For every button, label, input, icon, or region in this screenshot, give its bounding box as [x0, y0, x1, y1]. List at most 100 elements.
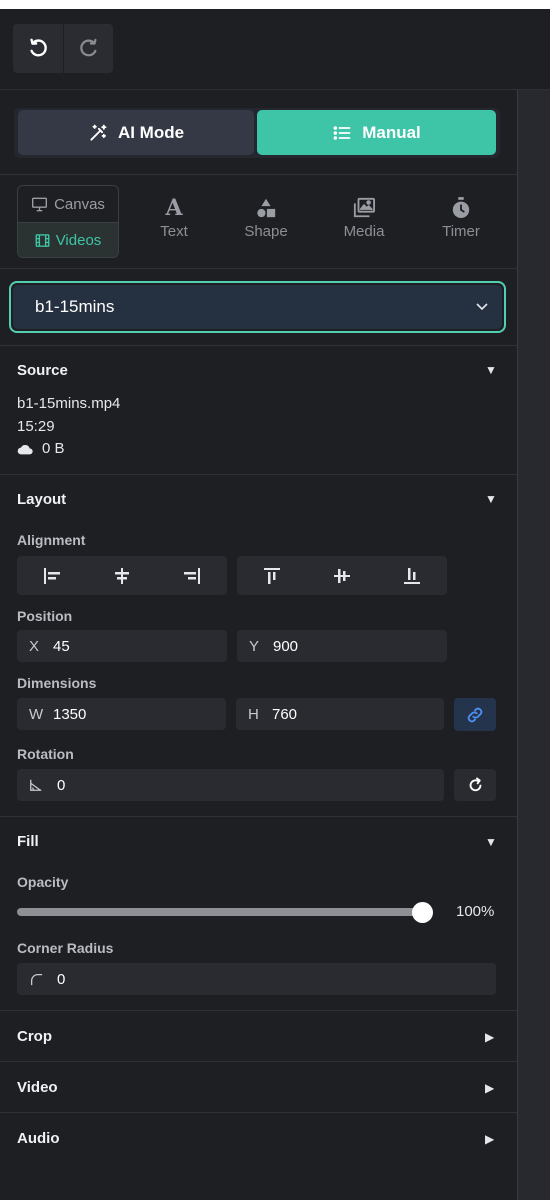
- expand-caret-icon[interactable]: ▶: [485, 1081, 494, 1095]
- y-value: 900: [273, 637, 299, 655]
- align-center-h-button[interactable]: [102, 566, 142, 586]
- align-center-horizontal-icon: [115, 567, 129, 584]
- canvas-videos-segment: Canvas Videos: [17, 185, 119, 258]
- tab-canvas[interactable]: Canvas: [18, 186, 118, 222]
- layout-section-header[interactable]: Layout: [17, 491, 66, 508]
- rotation-value: 0: [57, 776, 66, 794]
- shapes-icon: [257, 198, 276, 218]
- audio-section-header[interactable]: Audio: [17, 1130, 60, 1147]
- stopwatch-icon: [452, 197, 470, 218]
- align-bottom-icon: [404, 567, 420, 584]
- horizontal-alignment-group: [17, 556, 227, 595]
- height-field[interactable]: H 760: [236, 698, 444, 730]
- rotate-icon: [469, 776, 481, 791]
- divider: [0, 1112, 517, 1113]
- ai-mode-button[interactable]: AI Mode: [18, 110, 254, 155]
- tab-shape-label: Shape: [244, 223, 288, 240]
- expand-caret-icon[interactable]: ▶: [485, 1132, 494, 1146]
- width-field[interactable]: W 1350: [17, 698, 226, 730]
- position-label: Position: [17, 608, 73, 624]
- collapse-caret-icon[interactable]: ▼: [485, 363, 497, 377]
- position-x-field[interactable]: X 45: [17, 630, 227, 662]
- align-right-icon: [184, 567, 200, 584]
- film-icon: [35, 234, 50, 247]
- align-top-icon: [264, 567, 280, 584]
- window-top-edge: [0, 0, 550, 9]
- element-select-value: b1-15mins: [35, 297, 115, 316]
- ai-mode-label: AI Mode: [117, 122, 185, 142]
- tab-text-label: Text: [160, 223, 188, 240]
- expand-caret-icon[interactable]: ▶: [485, 1030, 494, 1044]
- corner-radius-value: 0: [57, 970, 66, 988]
- collapse-caret-icon[interactable]: ▼: [485, 492, 497, 506]
- reset-rotation-button[interactable]: [454, 769, 496, 801]
- tab-videos-label: Videos: [55, 232, 102, 249]
- properties-panel: AI Mode Manual Canvas Videos A Text Shap…: [0, 90, 517, 1200]
- images-icon: [353, 197, 375, 218]
- position-y-field[interactable]: Y 900: [237, 630, 447, 662]
- text-icon: A: [165, 195, 183, 221]
- tab-text[interactable]: A Text: [134, 197, 214, 240]
- manual-mode-button[interactable]: Manual: [257, 110, 496, 155]
- tab-timer[interactable]: Timer: [421, 197, 501, 240]
- opacity-label: Opacity: [17, 874, 69, 890]
- history-controls: [13, 24, 113, 73]
- alignment-label: Alignment: [17, 532, 86, 548]
- monitor-icon: [32, 197, 48, 211]
- collapse-caret-icon[interactable]: ▼: [485, 835, 497, 849]
- h-key: H: [248, 705, 259, 723]
- fill-section-header[interactable]: Fill: [17, 833, 39, 850]
- align-bottom-button[interactable]: [392, 566, 432, 586]
- corner-radius-label: Corner Radius: [17, 940, 114, 956]
- x-key: X: [29, 637, 40, 655]
- opacity-slider-thumb[interactable]: [412, 902, 433, 923]
- cloud-icon: [17, 444, 33, 454]
- divider: [0, 345, 517, 346]
- undo-icon: [30, 38, 47, 56]
- align-center-vertical-icon: [334, 568, 350, 583]
- divider: [0, 268, 517, 269]
- redo-icon: [79, 38, 97, 56]
- align-top-button[interactable]: [252, 566, 292, 586]
- vertical-alignment-group: [237, 556, 447, 595]
- align-left-icon: [44, 567, 60, 584]
- source-size: 0 B: [17, 440, 65, 457]
- lock-aspect-ratio-button[interactable]: [454, 698, 496, 731]
- source-size-value: 0 B: [42, 440, 65, 457]
- dimensions-label: Dimensions: [17, 675, 97, 691]
- tab-shape[interactable]: Shape: [226, 197, 306, 240]
- align-left-button[interactable]: [32, 566, 72, 586]
- w-key: W: [29, 705, 44, 723]
- rotation-field[interactable]: 0: [17, 769, 444, 801]
- magic-wand-icon: [90, 124, 107, 141]
- element-select[interactable]: b1-15mins: [9, 281, 506, 333]
- tab-canvas-label: Canvas: [54, 195, 105, 213]
- source-section-header[interactable]: Source: [17, 362, 68, 379]
- divider: [0, 1061, 517, 1062]
- align-middle-button[interactable]: [322, 566, 362, 586]
- mode-toggle: AI Mode Manual: [14, 108, 500, 158]
- opacity-value: 100%: [456, 903, 495, 920]
- crop-section-header[interactable]: Crop: [17, 1028, 52, 1045]
- top-toolbar: [0, 9, 550, 90]
- opacity-slider-track[interactable]: [17, 908, 423, 916]
- element-select-field: b1-15mins: [13, 285, 502, 329]
- tab-timer-label: Timer: [442, 223, 480, 240]
- corner-radius-field[interactable]: 0: [17, 963, 496, 995]
- h-value: 760: [272, 705, 298, 723]
- w-value: 1350: [53, 705, 87, 723]
- manual-mode-label: Manual: [362, 122, 421, 142]
- divider: [0, 474, 517, 475]
- divider: [0, 1010, 517, 1011]
- video-section-header[interactable]: Video: [17, 1079, 58, 1096]
- tab-videos[interactable]: Videos: [18, 222, 118, 257]
- redo-button[interactable]: [63, 24, 113, 73]
- align-right-button[interactable]: [172, 566, 212, 586]
- element-type-tabs: Canvas Videos A Text Shape Media Timer: [0, 175, 517, 267]
- chevron-down-icon: [476, 303, 488, 311]
- undo-button[interactable]: [13, 24, 63, 73]
- source-filename: b1-15mins.mp4: [17, 395, 121, 412]
- tab-media[interactable]: Media: [324, 197, 404, 240]
- panel-scrollbar-track[interactable]: [517, 90, 550, 1200]
- corner-radius-icon: [30, 973, 43, 986]
